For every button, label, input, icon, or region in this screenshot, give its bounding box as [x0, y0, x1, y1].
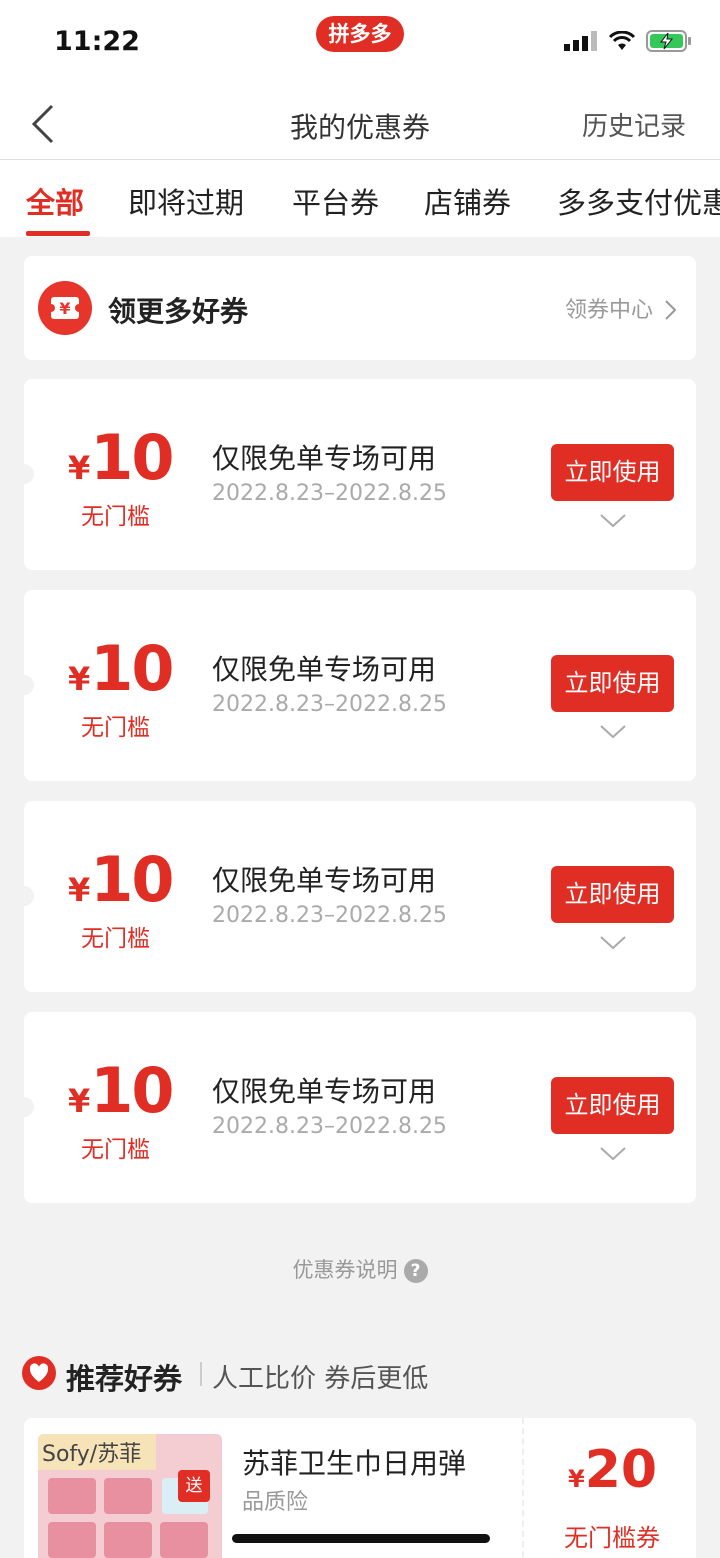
expand-chevron-icon[interactable] [598, 1144, 628, 1164]
expand-chevron-icon[interactable] [598, 933, 628, 953]
use-now-button[interactable]: 立即使用 [551, 866, 674, 923]
product-brand: Sofy/苏菲 [42, 1442, 142, 1467]
recommended-header: 推荐好券 人工比价 券后更低 [22, 1352, 712, 1398]
system-icons [564, 30, 692, 52]
use-now-button[interactable]: 立即使用 [551, 655, 674, 712]
status-time: 11:22 [54, 26, 140, 57]
recommended-title: 推荐好券 [66, 1362, 183, 1396]
product-image[interactable]: Sofy/苏菲 送 [38, 1434, 222, 1558]
coupon-threshold: 无门槛 [81, 504, 150, 530]
tab-all[interactable]: 全部 [26, 180, 84, 222]
card-divider [522, 1418, 524, 1558]
tab-bar: 全部 即将过期 平台券 店铺券 多多支付优惠 [0, 160, 720, 237]
expand-chevron-icon[interactable] [598, 722, 628, 742]
coupon-date-range: 2022.8.23–2022.8.25 [212, 903, 447, 928]
coupon-ticket-icon: ¥ [38, 281, 92, 335]
nav-bar: 我的优惠券 历史记录 [0, 86, 720, 160]
coupon-card: ¥10 无门槛 仅限免单专场可用 2022.8.23–2022.8.25 立即使… [24, 590, 696, 781]
status-bar: 11:22 拼多多 [0, 0, 720, 86]
currency-symbol: ¥ [68, 660, 91, 698]
coupon-value: 10 [90, 632, 174, 705]
tab-duoduo-pay[interactable]: 多多支付优惠 [557, 180, 720, 222]
currency-symbol: ¥ [68, 871, 91, 909]
coupon-amount: ¥10 [68, 632, 175, 705]
coupon-ticket-glyph: ¥ [59, 299, 70, 318]
signal-icon [564, 31, 597, 51]
product-tag: 品质险 [242, 1490, 309, 1515]
coupon-value: 10 [90, 843, 174, 916]
coupon-amount: ¥10 [68, 1054, 175, 1127]
battery-icon [646, 30, 691, 52]
coupon-title: 仅限免单专场可用 [212, 864, 437, 897]
coupon-amount: ¥10 [68, 421, 175, 494]
recommended-coupon-amount: ¥20 [568, 1440, 657, 1500]
wifi-icon [608, 31, 636, 50]
question-icon: ? [403, 1259, 428, 1283]
coupon-card: ¥10 无门槛 仅限免单专场可用 2022.8.23–2022.8.25 立即使… [24, 379, 696, 570]
coupon-title: 仅限免单专场可用 [212, 442, 437, 475]
divider [200, 1362, 202, 1386]
use-now-button[interactable]: 立即使用 [551, 1077, 674, 1134]
currency-symbol: ¥ [568, 1465, 585, 1493]
coupon-center-label: 领券中心 [564, 298, 653, 323]
tab-platform[interactable]: 平台券 [292, 180, 379, 222]
coupon-center-link[interactable]: 领券中心 [565, 292, 678, 324]
more-coupons-title: 领更多好券 [108, 295, 249, 328]
coupon-amount: ¥10 [68, 843, 175, 916]
recommended-coupon-value: 20 [584, 1440, 658, 1500]
history-link[interactable]: 历史记录 [582, 106, 686, 143]
coupon-date-range: 2022.8.23–2022.8.25 [212, 481, 447, 506]
more-coupons-banner[interactable]: ¥ 领更多好券 领券中心 [24, 256, 696, 360]
currency-symbol: ¥ [68, 1082, 91, 1120]
coupon-value: 10 [90, 1054, 174, 1127]
tab-store[interactable]: 店铺券 [424, 180, 511, 222]
coupon-threshold: 无门槛 [81, 926, 150, 952]
active-tab-indicator [26, 231, 90, 236]
coupon-explanation-label: 优惠券说明 [292, 1258, 398, 1282]
use-now-button[interactable]: 立即使用 [551, 444, 674, 501]
coupon-notch [24, 464, 34, 484]
coupon-notch [24, 1097, 34, 1117]
coupon-threshold: 无门槛 [81, 1137, 150, 1163]
coupon-card: ¥10 无门槛 仅限免单专场可用 2022.8.23–2022.8.25 立即使… [24, 801, 696, 992]
tab-expiring[interactable]: 即将过期 [128, 180, 244, 222]
product-name: 苏菲卫生巾日用弹 [242, 1447, 467, 1480]
coupon-value: 10 [90, 421, 174, 494]
coupon-card: ¥10 无门槛 仅限免单专场可用 2022.8.23–2022.8.25 立即使… [24, 1012, 696, 1203]
coupon-threshold: 无门槛 [81, 715, 150, 741]
chevron-right-icon [665, 300, 677, 320]
coupon-explanation-link[interactable]: 优惠券说明? [0, 1254, 720, 1284]
coupon-title: 仅限免单专场可用 [212, 653, 437, 686]
home-indicator[interactable] [232, 1534, 490, 1543]
currency-symbol: ¥ [68, 449, 91, 487]
coupon-title: 仅限免单专场可用 [212, 1075, 437, 1108]
heart-icon [22, 1356, 56, 1390]
coupon-notch [24, 886, 34, 906]
coupon-date-range: 2022.8.23–2022.8.25 [212, 1114, 447, 1139]
coupon-date-range: 2022.8.23–2022.8.25 [212, 692, 447, 717]
recommended-coupon-threshold: 无门槛券 [564, 1524, 660, 1552]
expand-chevron-icon[interactable] [598, 511, 628, 531]
app-badge: 拼多多 [316, 16, 404, 52]
recommended-subtitle: 人工比价 券后更低 [212, 1364, 429, 1394]
gift-badge: 送 [178, 1470, 210, 1502]
coupon-notch [24, 675, 34, 695]
